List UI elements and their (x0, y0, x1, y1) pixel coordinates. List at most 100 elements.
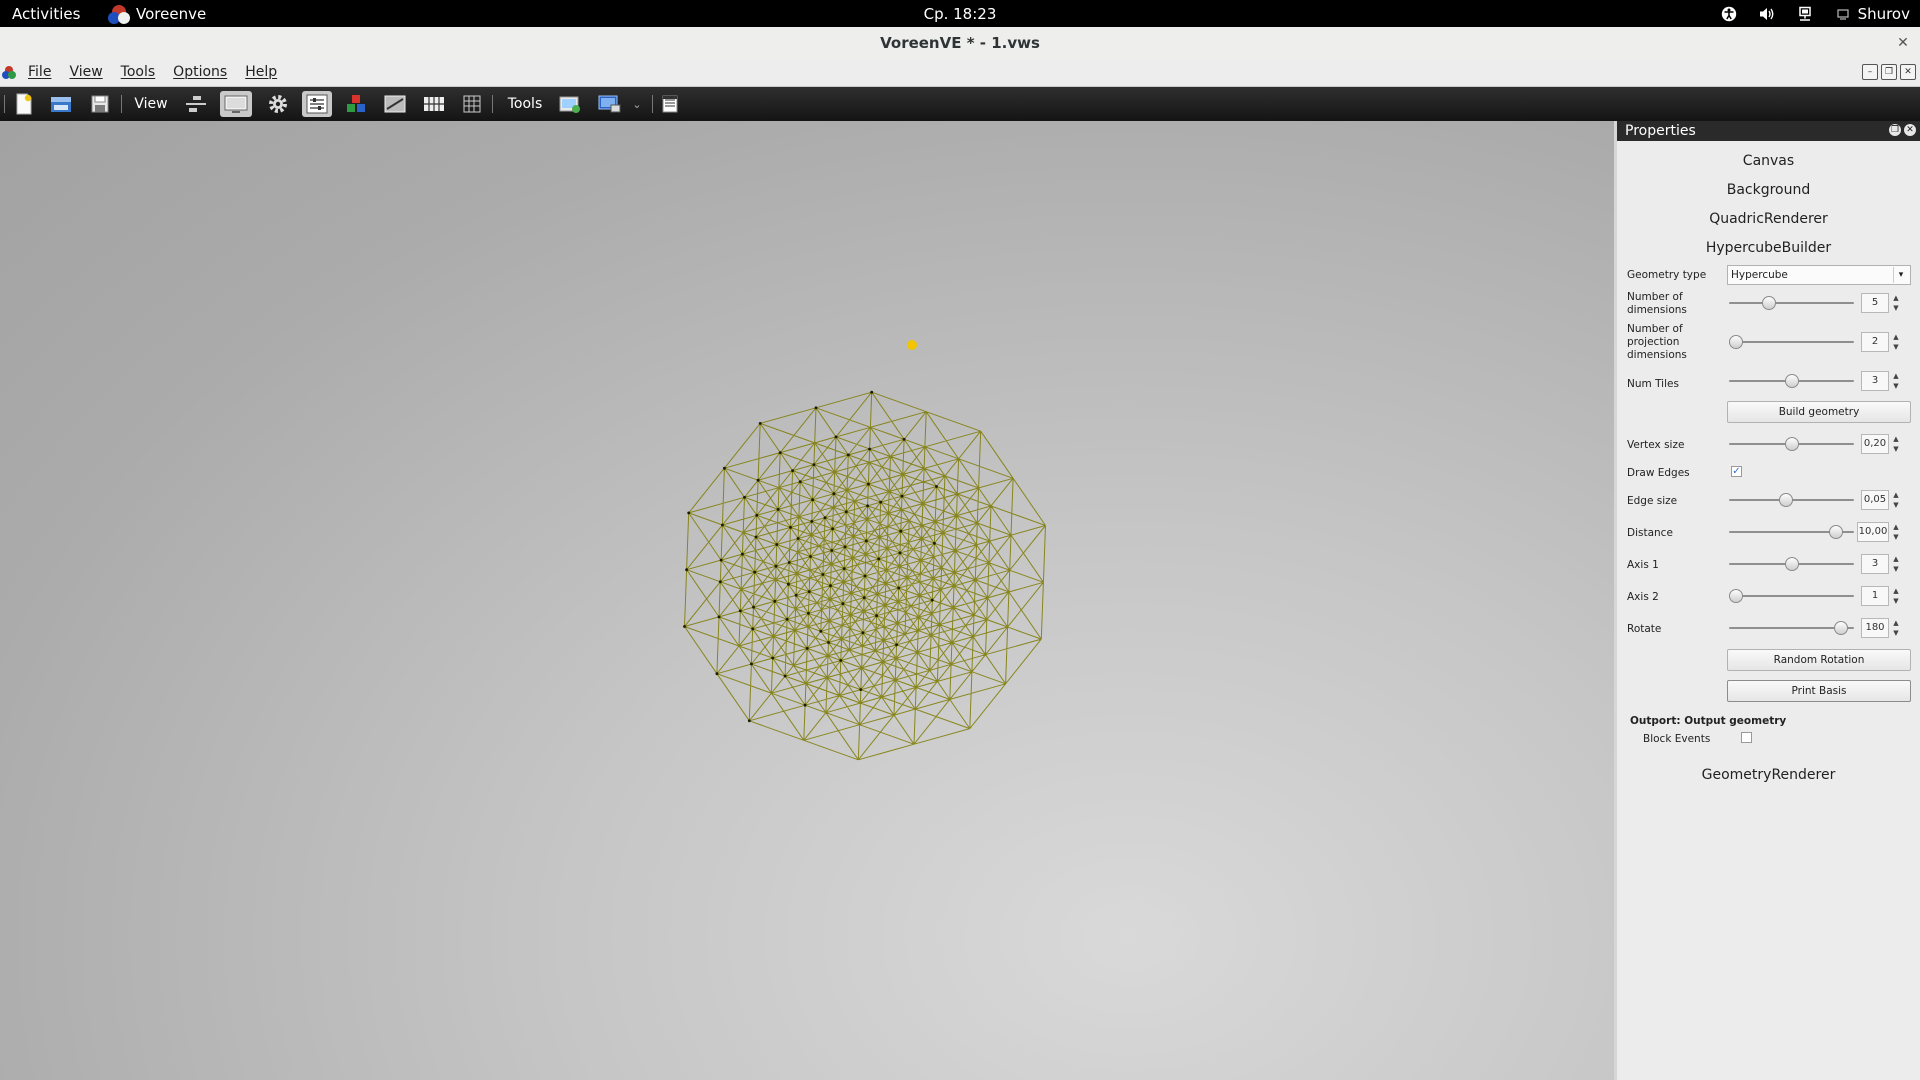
vertex-dot (812, 463, 816, 466)
clock[interactable]: Ср. 18:23 (0, 5, 1920, 23)
save-workspace-icon[interactable] (86, 91, 114, 117)
menu-tools[interactable]: Tools (121, 64, 156, 80)
vertex-dot (859, 688, 863, 691)
vertex-dot (794, 593, 798, 597)
vertex-dot (814, 406, 818, 410)
minimize-icon[interactable]: – (1862, 64, 1878, 80)
close-panel-icon[interactable]: ✕ (1904, 124, 1916, 136)
window-close-icon[interactable]: ✕ (1894, 34, 1912, 52)
vertex-dot (809, 555, 812, 558)
rotate-spinbox[interactable]: 180 (1861, 618, 1889, 638)
vertex-dot (832, 492, 836, 496)
settings-gear-icon[interactable] (264, 91, 292, 117)
vertex-dot (783, 674, 787, 678)
menu-options[interactable]: Options (173, 64, 227, 80)
vertex-dot (776, 508, 780, 511)
edge-size-label: Edge size (1627, 495, 1678, 507)
vertex-dot (805, 647, 809, 650)
vertex-size-spinbox[interactable]: 0,20 (1861, 434, 1889, 454)
document-tool-icon[interactable] (656, 91, 684, 117)
num-proj-dimensions-spinbox[interactable]: 2 (1861, 332, 1889, 352)
console-icon[interactable] (381, 91, 409, 117)
menu-help[interactable]: Help (245, 64, 277, 80)
restore-icon[interactable]: ❐ (1881, 64, 1897, 80)
vertex-size-stepper-icon[interactable]: ▲ ▼ (1891, 434, 1901, 454)
network-editor-icon[interactable] (182, 91, 210, 117)
vertex-dot (717, 615, 721, 619)
processor-canvas[interactable]: Canvas (1617, 147, 1920, 176)
axis2-slider[interactable] (1729, 589, 1854, 603)
vertex-dot (827, 641, 830, 644)
block-events-checkbox[interactable] (1741, 732, 1752, 743)
processor-background[interactable]: Background (1617, 176, 1920, 205)
num-tiles-stepper-icon[interactable]: ▲ ▼ (1891, 371, 1901, 391)
vertex-dot (798, 480, 802, 484)
vertex-dot (867, 482, 870, 486)
new-workspace-icon[interactable] (10, 91, 38, 117)
processor-hypercube-builder[interactable]: HypercubeBuilder (1617, 234, 1920, 263)
dropdown-chevron-icon[interactable]: ⌄ (630, 91, 644, 117)
system-top-bar: Activities Voreenve Ср. 18:23 Shurov (0, 0, 1920, 27)
animation-tool-icon[interactable] (596, 91, 624, 117)
axis1-stepper-icon[interactable]: ▲ ▼ (1891, 554, 1901, 574)
close-icon[interactable]: ✕ (1900, 64, 1916, 80)
axis2-spinbox[interactable]: 1 (1861, 586, 1889, 606)
rotate-stepper-icon[interactable]: ▲ ▼ (1891, 618, 1901, 638)
float-panel-icon[interactable]: ❐ (1889, 124, 1901, 136)
vertex-size-slider[interactable] (1729, 437, 1854, 451)
rendering-view-icon[interactable] (220, 91, 252, 117)
distance-stepper-icon[interactable]: ▲ ▼ (1891, 522, 1901, 542)
vertex-dot (687, 511, 691, 515)
processor-geometry-renderer[interactable]: GeometryRenderer (1617, 761, 1920, 790)
vertex-dot (750, 662, 753, 666)
menu-file[interactable]: File (28, 64, 51, 80)
distance-label: Distance (1627, 527, 1673, 539)
vertex-dot (754, 535, 758, 539)
build-geometry-button[interactable]: Build geometry (1727, 401, 1911, 423)
random-rotation-button[interactable]: Random Rotation (1727, 649, 1911, 671)
render-canvas[interactable] (0, 121, 1614, 1080)
num-tiles-spinbox[interactable]: 3 (1861, 371, 1889, 391)
processor-list-icon[interactable] (342, 91, 370, 117)
axis1-spinbox[interactable]: 3 (1861, 554, 1889, 574)
vertex-dot (811, 498, 814, 502)
num-dimensions-stepper-icon[interactable]: ▲ ▼ (1891, 293, 1901, 313)
num-proj-dimensions-slider[interactable] (1729, 335, 1854, 349)
vertex-dot (789, 526, 792, 529)
num-tiles-slider[interactable] (1729, 374, 1854, 388)
num-dimensions-slider[interactable] (1729, 296, 1854, 310)
edge-size-spinbox[interactable]: 0,05 (1861, 490, 1889, 510)
vertex-dot (864, 539, 868, 543)
vertex-dot (829, 584, 832, 588)
snapshot-tool-icon[interactable] (556, 91, 584, 117)
axis2-stepper-icon[interactable]: ▲ ▼ (1891, 586, 1901, 606)
processor-quadric-renderer[interactable]: QuadricRenderer (1617, 205, 1920, 234)
vertex-dot (933, 541, 936, 545)
rotate-slider[interactable] (1729, 621, 1854, 635)
menu-bar: File View Tools Options Help – ❐ ✕ (0, 60, 1920, 87)
texture-container-icon[interactable] (420, 91, 448, 117)
geometry-type-select[interactable]: Hypercube ▾ (1727, 265, 1911, 285)
vertex-dot (758, 422, 762, 425)
user-menu[interactable]: Shurov (1834, 5, 1910, 23)
grid-layout-icon[interactable] (458, 91, 486, 117)
menu-view[interactable]: View (69, 64, 102, 80)
edge-size-slider[interactable] (1729, 493, 1854, 507)
property-editor-icon[interactable] (302, 91, 332, 117)
vertex-dot (897, 586, 901, 590)
vertex-dot (839, 659, 843, 662)
volume-icon[interactable] (1758, 5, 1776, 23)
axis1-slider[interactable] (1729, 557, 1854, 571)
vertex-size-label: Vertex size (1627, 439, 1685, 451)
print-basis-button[interactable]: Print Basis (1727, 680, 1911, 702)
network-icon[interactable] (1796, 5, 1814, 23)
draw-edges-checkbox[interactable]: ✓ (1731, 466, 1742, 477)
distance-slider[interactable] (1729, 525, 1854, 539)
num-dimensions-spinbox[interactable]: 5 (1861, 293, 1889, 313)
open-workspace-icon[interactable] (47, 91, 75, 117)
distance-spinbox[interactable]: 10,00 (1857, 522, 1889, 542)
vertex-dot (773, 599, 777, 603)
accessibility-icon[interactable] (1720, 5, 1738, 23)
num-proj-dimensions-stepper-icon[interactable]: ▲ ▼ (1891, 332, 1901, 352)
edge-size-stepper-icon[interactable]: ▲ ▼ (1891, 490, 1901, 510)
